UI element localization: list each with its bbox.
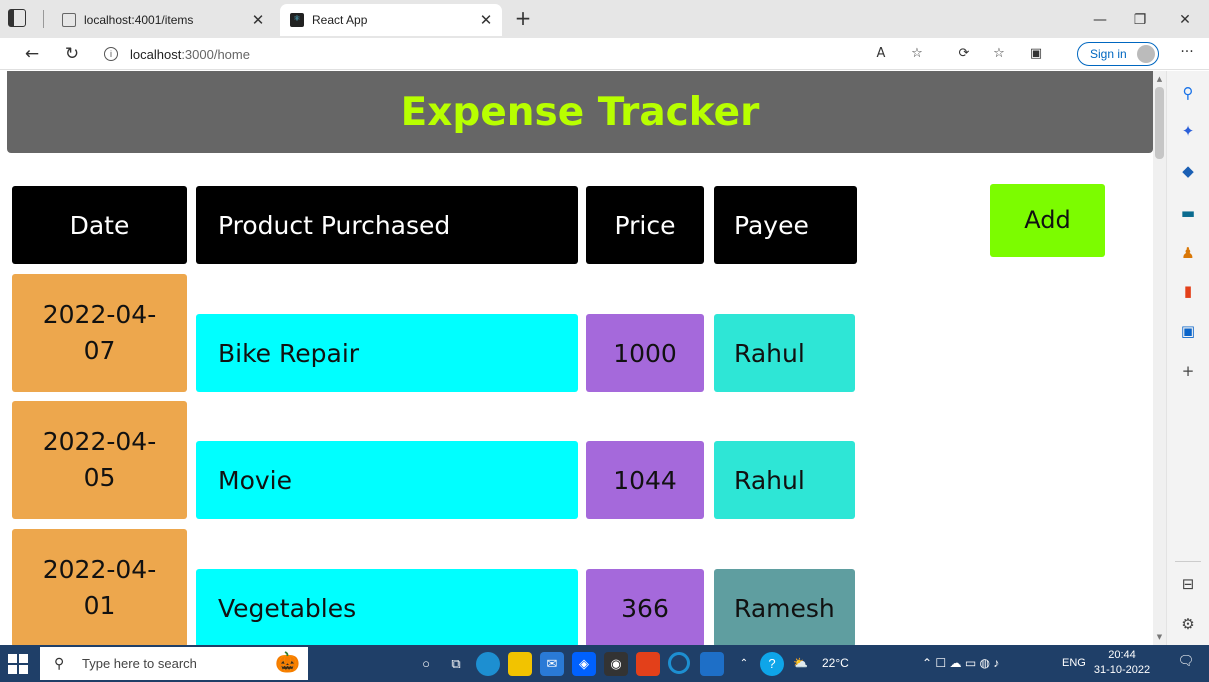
- page-title: Expense Tracker: [400, 90, 760, 135]
- sign-in-button[interactable]: Sign in: [1077, 42, 1159, 66]
- minimize-icon[interactable]: —: [1080, 8, 1120, 32]
- payee-cell: Rahul: [714, 441, 855, 519]
- notification-icon[interactable]: 🗨: [1176, 653, 1196, 673]
- search-placeholder: Type here to search: [82, 656, 197, 671]
- add-icon[interactable]: +: [1178, 361, 1198, 381]
- window-close-icon[interactable]: ✕: [1165, 8, 1205, 32]
- close-icon[interactable]: ✕: [476, 11, 496, 29]
- scroll-down-icon[interactable]: ▼: [1153, 631, 1166, 643]
- taskbar: ⚲ Type here to search 🎃 ○ ⧉ ✉ ◈ ◉ ⌃ ? ⛅ …: [0, 645, 1209, 682]
- product-cell: Movie: [196, 441, 578, 519]
- favorite-star-icon[interactable]: ☆: [906, 44, 928, 64]
- clock-date: 31-10-2022: [1093, 664, 1151, 676]
- read-aloud-icon[interactable]: A: [870, 44, 892, 64]
- info-icon[interactable]: i: [104, 47, 118, 61]
- edge-sidebar: ⚲ ✦ ◆ ▬ ♟ ▮ ▣ + ⊟ ⚙: [1166, 71, 1209, 645]
- column-header-date: Date: [12, 186, 187, 264]
- back-arrow-icon[interactable]: ←: [20, 42, 44, 66]
- weather-icon[interactable]: ⛅: [793, 645, 808, 682]
- dropbox-icon[interactable]: ◈: [572, 652, 596, 676]
- task-view-icon[interactable]: ⧉: [444, 652, 468, 676]
- payee-cell: Rahul: [714, 314, 855, 392]
- weather-temp: 22°C: [822, 656, 849, 670]
- tab-title: React App: [312, 13, 368, 27]
- price-cell: 366: [586, 569, 704, 645]
- scrollbar-thumb[interactable]: [1155, 87, 1164, 159]
- file-explorer-icon[interactable]: [508, 652, 532, 676]
- date-cell: 2022-04- 01: [12, 529, 187, 645]
- product-cell: Vegetables: [196, 569, 578, 645]
- tab-react-app[interactable]: ⚛ React App ✕: [280, 4, 502, 36]
- column-header-payee: Payee: [714, 186, 857, 264]
- app-header: Expense Tracker: [7, 71, 1153, 153]
- date-cell: 2022-04- 07: [12, 274, 187, 392]
- mail-icon[interactable]: ✉: [540, 652, 564, 676]
- page-viewport: Expense Tracker Date Product Purchased P…: [0, 71, 1153, 645]
- search-icon: ⚲: [54, 655, 65, 671]
- price-cell: 1044: [586, 441, 704, 519]
- copilot-icon[interactable]: ✦: [1178, 121, 1198, 141]
- games-icon[interactable]: ♟: [1178, 243, 1198, 263]
- url-path: :3000/home: [181, 46, 250, 62]
- collections-icon[interactable]: ▣: [1025, 44, 1047, 64]
- office-app-icon[interactable]: [636, 652, 660, 676]
- taskbar-search-input[interactable]: ⚲ Type here to search 🎃: [40, 647, 308, 680]
- product-cell: Bike Repair: [196, 314, 578, 392]
- more-icon[interactable]: ···: [1175, 44, 1199, 64]
- github-icon[interactable]: ◉: [604, 652, 628, 676]
- clock[interactable]: 20:44 31-10-2022: [1088, 648, 1156, 678]
- date-cell: 2022-04- 05: [12, 401, 187, 519]
- column-header-product: Product Purchased: [196, 186, 578, 264]
- tab-title: localhost:4001/items: [84, 13, 194, 27]
- office-icon[interactable]: ▮: [1178, 281, 1198, 301]
- tab-actions-icon[interactable]: [8, 9, 26, 27]
- date-line: 2022-04-: [42, 299, 157, 329]
- extensions-icon[interactable]: ⟳: [953, 44, 975, 64]
- add-button[interactable]: Add: [990, 184, 1105, 257]
- tab-items[interactable]: localhost:4001/items ✕: [52, 4, 274, 36]
- vscode-icon[interactable]: [700, 652, 724, 676]
- outlook-icon[interactable]: ▣: [1178, 321, 1198, 341]
- clock-time: 20:44: [1108, 649, 1136, 661]
- cortana-ring-icon[interactable]: [668, 652, 690, 674]
- vertical-scrollbar[interactable]: ▲ ▼: [1153, 71, 1166, 645]
- close-icon[interactable]: ✕: [248, 11, 268, 29]
- search-icon[interactable]: ⚲: [1178, 83, 1198, 103]
- column-header-price: Price: [586, 186, 704, 264]
- sidebar-divider: [1175, 561, 1201, 562]
- react-icon: ⚛: [290, 13, 304, 27]
- date-line: 2022-04-: [42, 554, 157, 584]
- tools-icon[interactable]: ▬: [1178, 203, 1198, 223]
- refresh-icon[interactable]: ↻: [60, 42, 84, 66]
- date-line: 01: [83, 591, 116, 620]
- new-tab-button[interactable]: +: [510, 6, 536, 32]
- tray-icons[interactable]: ⌃ ☐ ☁ ▭ ◍ ♪: [922, 645, 999, 682]
- date-line: 07: [83, 336, 116, 365]
- url-field[interactable]: i localhost:3000/home: [100, 41, 870, 67]
- price-cell: 1000: [586, 314, 704, 392]
- date-line: 05: [83, 463, 116, 492]
- shopping-tag-icon[interactable]: ◆: [1178, 161, 1198, 181]
- url-host: localhost: [130, 46, 182, 62]
- windows-start-icon[interactable]: [8, 654, 28, 674]
- help-icon[interactable]: ?: [760, 652, 784, 676]
- settings-gear-icon[interactable]: ⚙: [1178, 614, 1198, 634]
- favorites-list-icon[interactable]: ☆: [988, 44, 1010, 64]
- sign-in-label: Sign in: [1090, 47, 1127, 61]
- page-icon: [62, 13, 76, 27]
- chevron-up-icon[interactable]: ⌃: [732, 652, 756, 676]
- split-screen-icon[interactable]: ⊟: [1178, 574, 1198, 594]
- edge-browser-icon[interactable]: [476, 652, 500, 676]
- tab-divider: [43, 10, 44, 28]
- cortana-icon[interactable]: ○: [414, 652, 438, 676]
- tab-bar: localhost:4001/items ✕ ⚛ React App ✕ + —…: [0, 0, 1209, 38]
- language-indicator[interactable]: ENG: [1062, 645, 1086, 682]
- halloween-search-art: 🎃: [275, 652, 300, 674]
- payee-cell: Ramesh: [714, 569, 855, 645]
- avatar: [1137, 45, 1155, 63]
- address-bar: ← ↻ i localhost:3000/home A ☆ ⟳ ☆ ▣ Sign…: [0, 38, 1209, 70]
- scroll-up-icon[interactable]: ▲: [1153, 73, 1166, 85]
- date-line: 2022-04-: [42, 426, 157, 456]
- restore-icon[interactable]: ❐: [1120, 8, 1160, 32]
